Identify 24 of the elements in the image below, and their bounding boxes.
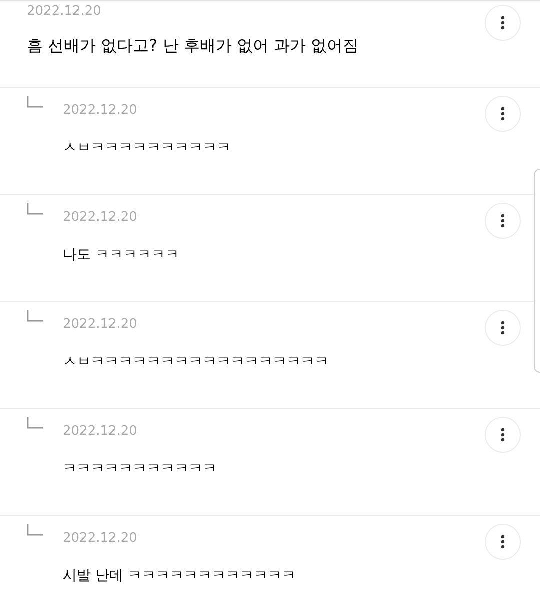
- more-button[interactable]: [485, 203, 521, 239]
- more-button[interactable]: [485, 310, 521, 346]
- more-button[interactable]: [485, 5, 521, 41]
- reply-date: 2022.12.20: [63, 316, 138, 334]
- comment-text: 흠 선배가 없다고? 난 후배가 없어 과가 없어짐: [27, 35, 360, 57]
- more-icon: [501, 428, 505, 442]
- reply-text: ㅋㅋㅋㅋㅋㅋㅋㅋㅋㅋㅋ: [63, 460, 218, 479]
- more-icon: [501, 214, 505, 228]
- reply-text: 나도 ㅋㅋㅋㅋㅋㅋ: [63, 246, 180, 265]
- more-icon: [501, 16, 505, 30]
- more-icon: [501, 321, 505, 335]
- more-icon: [501, 535, 505, 549]
- reply-date: 2022.12.20: [63, 102, 138, 120]
- reply-text: 시발 난데 ㅋㅋㅋㅋㅋㅋㅋㅋㅋㅋㅋㅋ: [63, 567, 297, 586]
- reply-date: 2022.12.20: [63, 530, 138, 548]
- reply-date: 2022.12.20: [63, 423, 138, 441]
- more-icon: [501, 107, 505, 121]
- reply-text: ㅅㅂㅋㅋㅋㅋㅋㅋㅋㅋㅋㅋㅋㅋㅋㅋㅋㅋㅋ: [63, 353, 330, 372]
- more-button[interactable]: [485, 96, 521, 132]
- comment-date: 2022.12.20: [27, 3, 102, 21]
- more-button[interactable]: [485, 417, 521, 453]
- reply-date: 2022.12.20: [63, 209, 138, 227]
- more-button[interactable]: [485, 524, 521, 560]
- reply-text: ㅅㅂㅋㅋㅋㅋㅋㅋㅋㅋㅋㅋ: [63, 139, 232, 158]
